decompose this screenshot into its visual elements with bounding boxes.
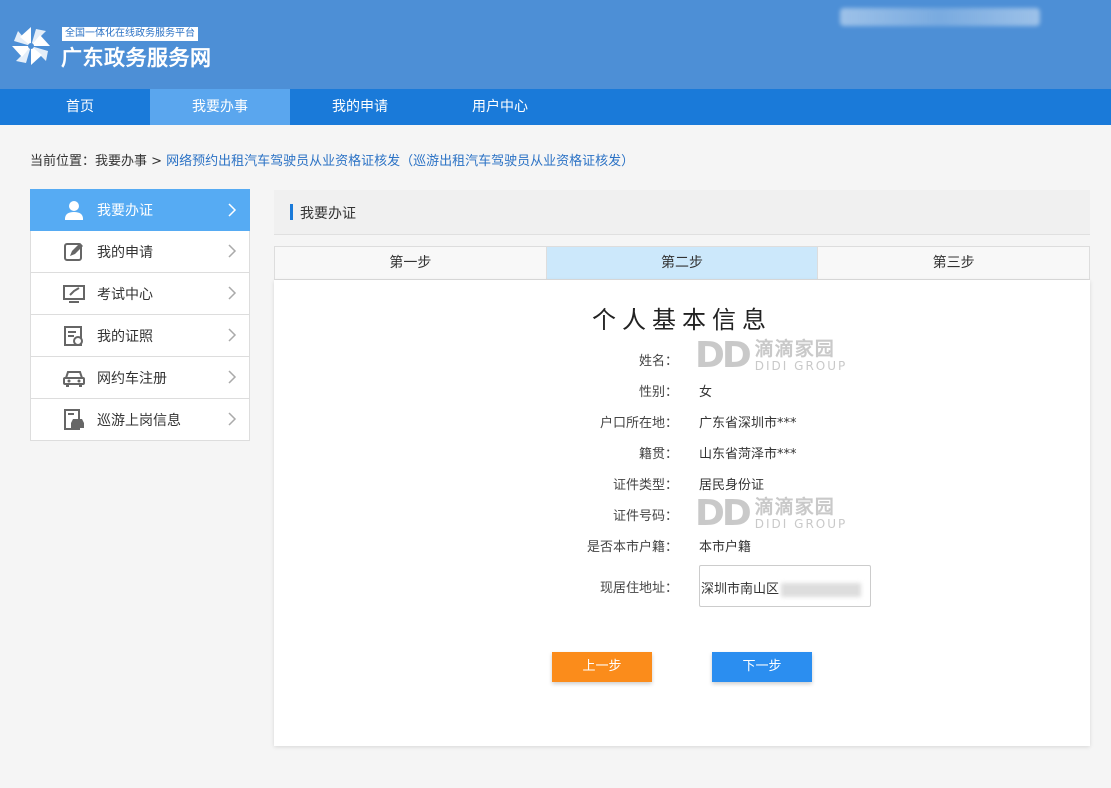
field-gender: 性别： 女: [274, 381, 1090, 401]
chevron-right-icon: [228, 370, 237, 384]
form-title: 个人基本信息: [592, 306, 772, 334]
field-value: 女: [699, 385, 713, 400]
field-value: 本市户籍: [699, 540, 752, 555]
address-blurred-detail: [781, 582, 862, 597]
sidebar-item-label: 巡游上岗信息: [97, 412, 181, 429]
monitor-icon: [63, 283, 85, 305]
field-label: 证件类型：: [612, 478, 678, 493]
site-name[interactable]: 广东政务服务网: [61, 42, 212, 72]
field-label: 籍贯：: [638, 447, 678, 462]
field-label: 现居住地址：: [599, 581, 678, 596]
field-value: 居民身份证: [699, 478, 765, 493]
field-address: 现居住地址：: [274, 577, 1090, 597]
field-local-hukou: 是否本市户籍： 本市户籍: [274, 536, 1090, 556]
field-label: 是否本市户籍：: [586, 540, 678, 555]
form-panel: 个人基本信息 姓名： DD 滴滴家园 DIDI GROUP 性别： 女 户口所在地…: [274, 280, 1090, 746]
nav-item-services[interactable]: 我要办事: [150, 89, 290, 125]
breadcrumb-current[interactable]: 网络预约出租汽车驾驶员从业资格证核发（巡游出租汽车驾驶员从业资格证核发）: [166, 154, 634, 169]
sidebar-item-get-license[interactable]: 我要办证: [30, 189, 250, 231]
nav-item-home[interactable]: 首页: [10, 89, 150, 125]
step-tabs: 第一步 第二步 第三步: [274, 246, 1090, 280]
sidebar-item-label: 网约车注册: [97, 370, 167, 387]
car-icon: [63, 367, 85, 389]
didi-watermark: DD 滴滴家园 DIDI GROUP: [695, 338, 847, 374]
watermark-logo: DD: [695, 335, 752, 376]
section-header: 我要办证: [274, 190, 1090, 235]
field-label: 证件号码：: [612, 509, 678, 524]
pinwheel-logo-icon[interactable]: [10, 25, 52, 67]
watermark-en: DIDI GROUP: [754, 517, 848, 531]
field-value: 广东省深圳市***: [699, 416, 797, 431]
field-value: 山东省菏泽市***: [699, 447, 797, 462]
next-step-button[interactable]: 下一步: [712, 652, 812, 682]
chevron-right-icon: [228, 203, 237, 217]
didi-watermark: DD 滴滴家园 DIDI GROUP: [695, 496, 847, 532]
step-3[interactable]: 第三步: [818, 247, 1089, 279]
field-label: 性别：: [638, 385, 678, 400]
field-label: 户口所在地：: [599, 416, 678, 431]
nav-item-user-center[interactable]: 用户中心: [430, 89, 570, 125]
breadcrumb-prefix[interactable]: 当前位置：我要办事 >: [30, 154, 162, 169]
watermark-en: DIDI GROUP: [754, 359, 848, 373]
chevron-right-icon: [228, 244, 237, 258]
sidebar-item-label: 我的证照: [97, 328, 153, 345]
step-2[interactable]: 第二步: [546, 247, 819, 279]
sidebar-item-label: 考试中心: [97, 286, 153, 303]
address-value: 深圳市南山区: [701, 582, 780, 597]
main-nav: 首页 我要办事 我的申请 用户中心: [0, 89, 1111, 125]
address-input[interactable]: 深圳市南山区: [699, 565, 871, 607]
sidebar-item-cruise-taxi-info[interactable]: 巡游上岗信息: [30, 399, 250, 441]
breadcrumb: 当前位置：我要办事 > 网络预约出租汽车驾驶员从业资格证核发（巡游出租汽车驾驶员…: [30, 150, 634, 169]
chevron-right-icon: [228, 328, 237, 342]
certificate-icon: [63, 325, 85, 347]
site-header: 全国一体化在线政务服务平台 广东政务服务网: [0, 0, 1111, 89]
platform-tagline: 全国一体化在线政务服务平台: [62, 27, 198, 41]
sidebar-item-my-licenses[interactable]: 我的证照: [30, 315, 250, 357]
chevron-right-icon: [228, 412, 237, 426]
section-title: 我要办证: [300, 206, 356, 222]
section-accent-bar: [290, 204, 293, 220]
field-name: 姓名：: [274, 350, 1090, 370]
taxi-card-icon: [63, 408, 85, 431]
field-hukou: 户口所在地： 广东省深圳市***: [274, 412, 1090, 432]
user-account-info-blurred[interactable]: [840, 8, 1040, 26]
watermark-logo: DD: [695, 493, 752, 534]
field-id-number: 证件号码：: [274, 505, 1090, 525]
sidebar-item-my-applications[interactable]: 我的申请: [30, 231, 250, 273]
sidebar-item-label: 我要办证: [97, 203, 153, 219]
watermark-cn: 滴滴家园: [754, 496, 835, 518]
field-origin: 籍贯： 山东省菏泽市***: [274, 443, 1090, 463]
nav-item-my-applications[interactable]: 我的申请: [290, 89, 430, 125]
sidebar-item-label: 我的申请: [97, 244, 153, 261]
chevron-right-icon: [228, 286, 237, 300]
prev-step-button[interactable]: 上一步: [552, 652, 652, 682]
sidebar-item-ride-hailing-registration[interactable]: 网约车注册: [30, 357, 250, 399]
field-id-type: 证件类型： 居民身份证: [274, 474, 1090, 494]
user-icon: [63, 199, 85, 221]
watermark-cn: 滴滴家园: [754, 338, 835, 360]
edit-icon: [63, 241, 85, 263]
sidebar: 我要办证 我的申请 考试中心 我的证照 网约车注册 巡游上岗信息: [30, 189, 250, 441]
sidebar-item-exam-center[interactable]: 考试中心: [30, 273, 250, 315]
step-1[interactable]: 第一步: [275, 247, 547, 279]
field-label: 姓名：: [638, 354, 678, 369]
